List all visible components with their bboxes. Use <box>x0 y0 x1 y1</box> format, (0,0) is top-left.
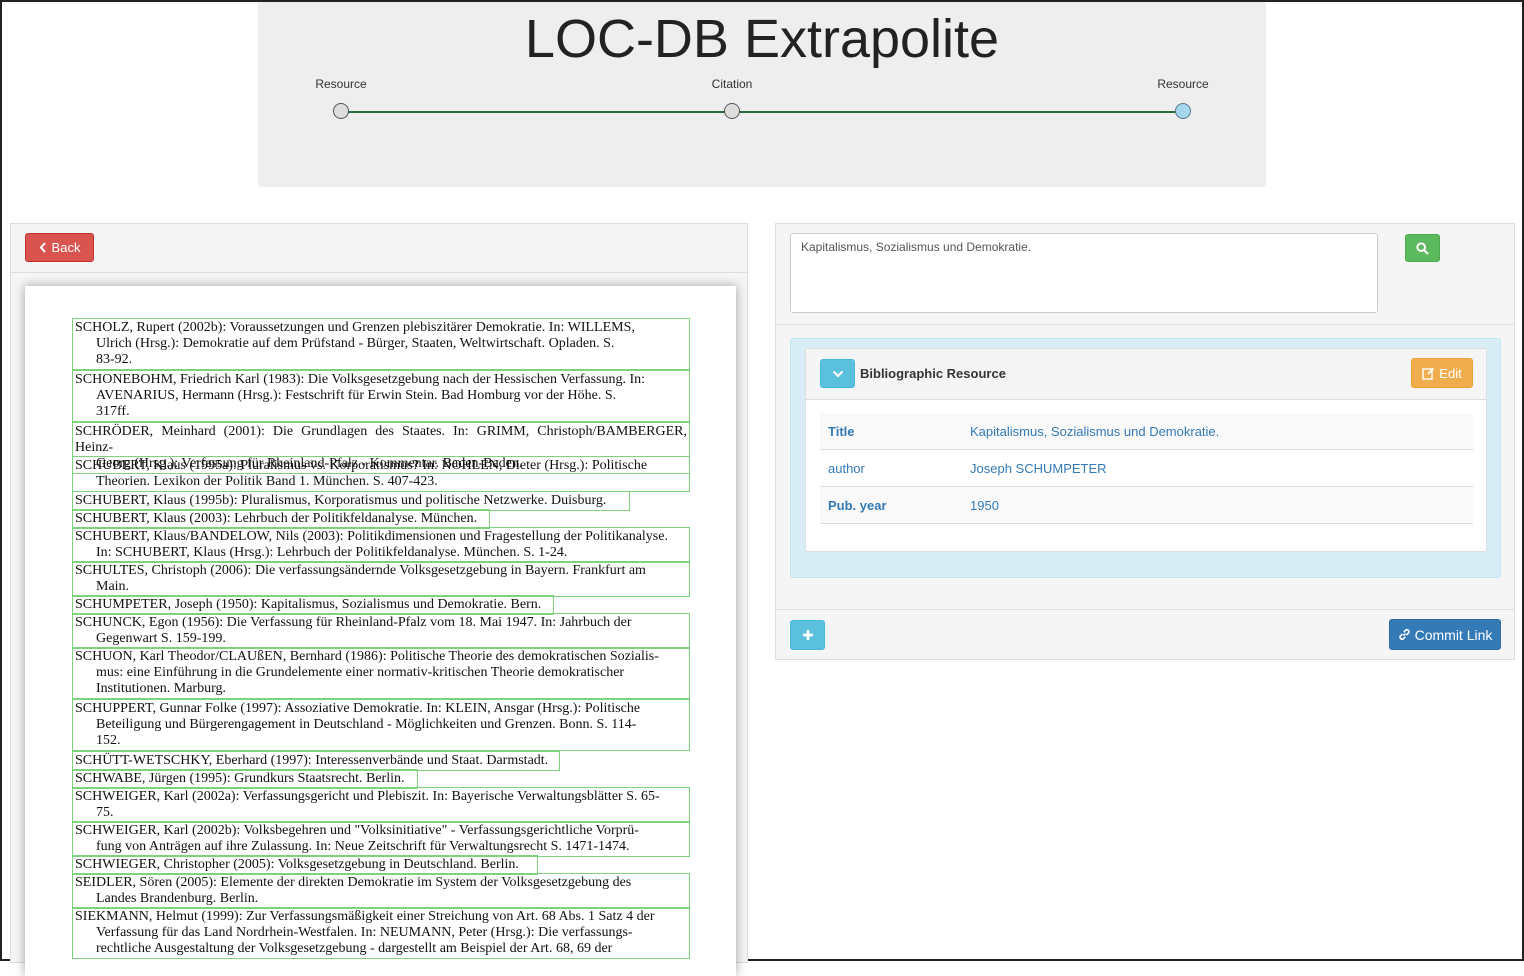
citation-box[interactable]: SCHÜTT-WETSCHKY, Eberhard (1997): Intere… <box>72 751 560 771</box>
citation-box[interactable]: SCHUBERT, Klaus/BANDELOW, Nils (2003): P… <box>72 527 690 563</box>
search-button[interactable] <box>1405 234 1440 262</box>
edit-icon <box>1422 367 1435 380</box>
chevron-left-icon <box>39 242 46 253</box>
link-icon <box>1398 629 1410 640</box>
citation-box[interactable]: SEIDLER, Sören (2005): Elemente der dire… <box>72 873 690 909</box>
citation-box[interactable]: SCHUPPERT, Gunnar Folke (1997): Assoziat… <box>72 699 690 751</box>
citation-box[interactable]: SCHWIEGER, Christopher (2005): Volksgese… <box>72 855 538 875</box>
citation-box[interactable]: SCHONEBOHM, Friedrich Karl (1983): Die V… <box>72 370 690 422</box>
commit-link-label: Commit Link <box>1414 626 1493 643</box>
edit-button[interactable]: Edit <box>1411 358 1473 388</box>
card-title: Bibliographic Resource <box>860 366 1006 381</box>
plus-icon <box>802 630 813 640</box>
bibliographic-resource-card: Bibliographic Resource Edit Title Kapita… <box>805 348 1487 552</box>
citation-box[interactable]: SCHUBERT, Klaus (1995b): Pluralismus, Ko… <box>72 491 630 511</box>
table-row: Title Kapitalismus, Sozialismus und Demo… <box>820 413 1473 450</box>
citation-box[interactable]: SCHUMPETER, Joseph (1950): Kapitalismus,… <box>72 595 554 615</box>
attribute-value-author[interactable]: Joseph SCHUMPETER <box>962 449 1473 487</box>
step-label-resource-2: Resource <box>1157 77 1209 91</box>
attribute-value-pub-year[interactable]: 1950 <box>962 486 1473 524</box>
divider <box>776 324 1514 325</box>
citation-box[interactable]: SCHOLZ, Rupert (2002b): Voraussetzungen … <box>72 318 690 370</box>
scanned-document: SCHOLZ, Rupert (2002b): Voraussetzungen … <box>25 286 736 976</box>
edit-button-label: Edit <box>1439 365 1462 381</box>
attribute-value-title[interactable]: Kapitalismus, Sozialismus und Demokratie… <box>962 413 1473 450</box>
document-panel: Back SCHOLZ, Rupert (2002b): Voraussetzu… <box>10 223 748 976</box>
search-input[interactable]: Kapitalismus, Sozialismus und Demokratie… <box>790 233 1378 313</box>
progress-line <box>341 111 1183 113</box>
table-row: author Joseph SCHUMPETER <box>820 449 1473 487</box>
commit-link-button[interactable]: Commit Link <box>1389 619 1501 650</box>
chevron-down-icon <box>832 370 843 378</box>
citation-box[interactable]: SCHULTES, Christoph (2006): Die verfassu… <box>72 561 690 597</box>
citation-box[interactable]: SCHUNCK, Egon (1956): Die Verfassung für… <box>72 613 690 649</box>
results-well: Bibliographic Resource Edit Title Kapita… <box>790 338 1501 578</box>
attribute-key-author: author <box>820 449 962 487</box>
step-label-resource-1: Resource <box>315 77 367 91</box>
collapse-toggle-button[interactable] <box>820 359 855 388</box>
step-dot-resource-2[interactable] <box>1175 103 1191 119</box>
citation-box[interactable]: SCHWABE, Jürgen (1995): Grundkurs Staats… <box>72 769 418 789</box>
citation-box[interactable]: SIEKMANN, Helmut (1999): Zur Verfassungs… <box>72 907 690 959</box>
header: LOC-DB Extrapolite Resource Citation Res… <box>258 2 1266 187</box>
search-icon <box>1416 241 1429 255</box>
add-resource-button[interactable] <box>790 620 825 650</box>
citation-box[interactable]: SCHUBERT, Klaus (2003): Lehrbuch der Pol… <box>72 509 490 529</box>
resource-panel: Kapitalismus, Sozialismus und Demokratie… <box>775 223 1515 660</box>
attribute-key-title: Title <box>820 413 962 450</box>
document-toolbar: Back <box>11 224 747 273</box>
app-title: LOC-DB Extrapolite <box>524 9 1000 69</box>
step-label-citation: Citation <box>711 77 753 91</box>
citation-box[interactable]: SCHUON, Karl Theodor/CLAUßEN, Bernhard (… <box>72 647 690 699</box>
step-dot-resource-1[interactable] <box>333 103 349 119</box>
citation-box[interactable]: SCHUBERT, Klaus (1995a): Pluralismus vs.… <box>72 456 690 492</box>
citation-box[interactable]: SCHWEIGER, Karl (2002a): Verfassungsgeri… <box>72 787 690 823</box>
card-header: Bibliographic Resource Edit <box>806 349 1486 400</box>
back-button[interactable]: Back <box>25 233 94 262</box>
divider <box>776 609 1514 610</box>
attribute-key-pub-year: Pub. year <box>820 486 962 524</box>
table-row: Pub. year 1950 <box>820 486 1473 524</box>
resource-attributes-table: Title Kapitalismus, Sozialismus und Demo… <box>820 413 1473 524</box>
step-dot-citation[interactable] <box>724 103 740 119</box>
back-button-label: Back <box>51 240 81 255</box>
citation-box[interactable]: SCHWEIGER, Karl (2002b): Volksbegehren u… <box>72 821 690 857</box>
